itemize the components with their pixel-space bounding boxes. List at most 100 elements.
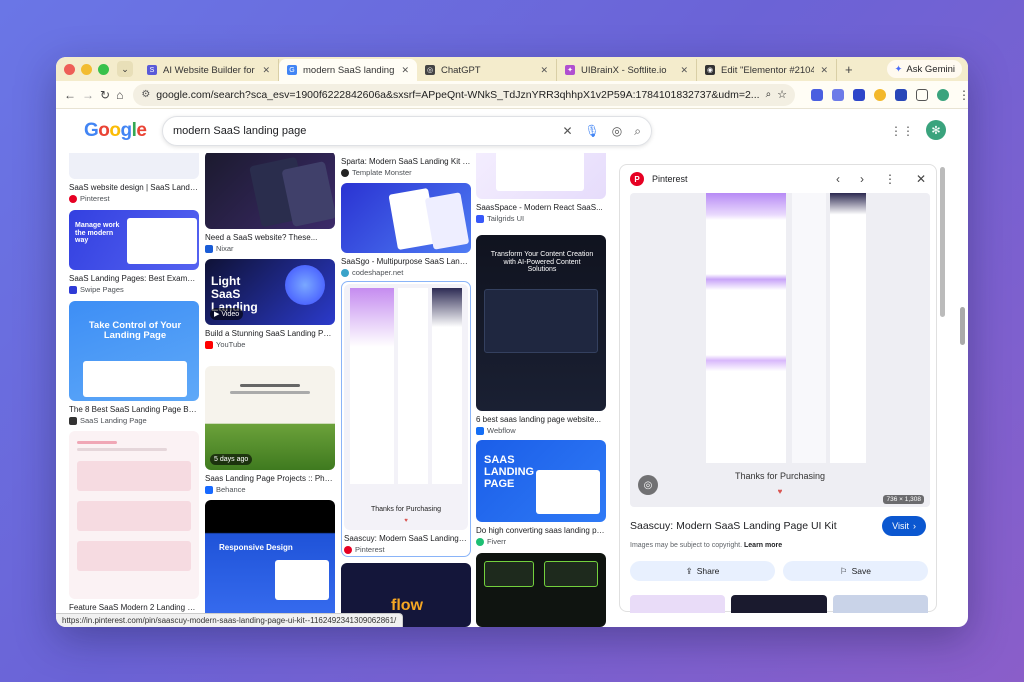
extension-dark-square-icon[interactable] — [853, 88, 866, 101]
result-source[interactable]: Template Monster — [341, 168, 471, 177]
visit-button[interactable]: Visit › — [882, 516, 926, 536]
browser-tab[interactable]: Gmodern SaaS landing page ✕ — [279, 59, 417, 81]
result-source[interactable]: Nixar — [205, 244, 335, 253]
image-result-card[interactable]: 5 days ago Saas Landing Page Projects ::… — [205, 366, 335, 494]
next-chevron-icon[interactable]: › — [860, 172, 864, 186]
ask-gemini-button[interactable]: ✦ Ask Gemini — [887, 60, 962, 78]
site-info-icon[interactable]: ⚙ — [141, 89, 150, 100]
tab-close-icon[interactable]: ✕ — [540, 65, 548, 76]
share-button[interactable]: ⇪ Share — [630, 561, 775, 581]
result-thumbnail[interactable]: Take Control of Your Landing Page — [69, 301, 199, 401]
save-button[interactable]: ⚐ Save — [783, 561, 928, 581]
back-arrow-icon[interactable]: ← — [64, 88, 76, 102]
result-source[interactable]: Behance — [205, 485, 335, 494]
zoom-icon[interactable]: ⌕ — [766, 89, 772, 100]
new-tab-plus-icon[interactable]: + — [845, 62, 853, 77]
address-bar[interactable]: ⚙ google.com/search?sca_esv=1900f6222842… — [133, 83, 796, 106]
result-title[interactable]: SaaS Landing Pages: Best Examples,... — [69, 274, 199, 283]
result-thumbnail[interactable]: Manage work the modern way — [69, 210, 199, 270]
preview-image[interactable]: Thanks for Purchasing ♥ ◎ 736 × 1,308 — [630, 193, 930, 507]
image-result-card[interactable] — [476, 553, 606, 627]
image-result-card-selected[interactable]: Thanks for Purchasing ♥ Saascuy: Modern … — [341, 281, 471, 557]
previous-chevron-icon[interactable]: ‹ — [836, 172, 840, 186]
related-image-thumbnail[interactable] — [832, 595, 928, 613]
bookmark-star-icon[interactable]: ☆ — [777, 88, 787, 101]
result-thumbnail[interactable]: Transform Your Content Creation with AI-… — [476, 235, 606, 411]
result-thumbnail[interactable] — [205, 153, 335, 229]
image-result-card[interactable]: SaaSgo - Multipurpose SaaS Landing... co… — [341, 183, 471, 277]
result-thumbnail[interactable]: Thanks for Purchasing ♥ — [344, 284, 468, 530]
result-title[interactable]: Do high converting saas landing pag... — [476, 526, 606, 535]
result-source[interactable]: codeshaper.net — [341, 268, 471, 277]
result-thumbnail[interactable] — [69, 153, 199, 179]
zoom-window-button[interactable] — [98, 63, 109, 75]
browser-tab[interactable]: S AI Website Builder for Wor ✕ — [139, 59, 279, 81]
tab-close-icon[interactable]: ✕ — [262, 65, 270, 76]
home-icon[interactable]: ⌂ — [116, 88, 123, 102]
image-result-card[interactable]: Feature SaaS Modern 2 Landing Page... — [69, 431, 199, 612]
related-image-thumbnail[interactable] — [731, 595, 827, 613]
profile-avatar-icon[interactable] — [937, 88, 950, 101]
related-image-thumbnail[interactable] — [630, 595, 726, 613]
result-title[interactable]: SaaSgo - Multipurpose SaaS Landing... — [341, 257, 471, 266]
image-result-card[interactable]: SaaS website design | SaaS Landing... Pi… — [69, 153, 199, 203]
result-thumbnail[interactable] — [341, 183, 471, 253]
image-result-card[interactable]: Take Control of Your Landing Page The 8 … — [69, 301, 199, 425]
close-window-button[interactable] — [64, 63, 75, 75]
browser-tab[interactable]: ◎ ChatGPT ✕ — [417, 59, 557, 81]
preview-scrollbar[interactable] — [940, 167, 945, 317]
voice-search-mic-icon[interactable]: 🎙︎ — [585, 124, 600, 138]
result-title[interactable]: Feature SaaS Modern 2 Landing Page... — [69, 603, 199, 612]
result-source[interactable]: Fiverr — [476, 537, 606, 546]
clear-search-icon[interactable]: ✕ — [562, 124, 572, 138]
image-result-card[interactable]: Need a SaaS website? These... Nixar — [205, 153, 335, 253]
result-thumbnail[interactable] — [476, 553, 606, 627]
result-thumbnail[interactable] — [476, 153, 606, 199]
result-source[interactable]: Pinterest — [69, 194, 199, 203]
browser-menu-icon[interactable]: ⋮ — [958, 88, 968, 102]
image-result-card[interactable]: Responsive Design — [205, 500, 335, 627]
result-source[interactable]: YouTube — [205, 340, 335, 349]
preview-source[interactable]: Pinterest — [652, 174, 688, 184]
result-title[interactable]: Sparta: Modern SaaS Landing Kit —... — [341, 157, 471, 166]
image-result-card[interactable]: Sparta: Modern SaaS Landing Kit —... Tem… — [341, 153, 471, 177]
preview-title[interactable]: Saascuy: Modern SaaS Landing Page UI Kit — [630, 520, 837, 532]
result-source[interactable]: SaaS Landing Page — [69, 416, 199, 425]
learn-more-link[interactable]: Learn more — [744, 542, 782, 549]
google-lens-icon[interactable]: ◎ — [638, 475, 658, 495]
extension-blue-square-icon[interactable] — [811, 88, 824, 101]
image-result-card[interactable]: SAAS LANDING PAGE Do high converting saa… — [476, 440, 606, 546]
search-icon[interactable]: ⌕ — [634, 124, 641, 139]
result-title[interactable]: Saascuy: Modern SaaS Landing Page... — [344, 534, 468, 543]
result-title[interactable]: Saas Landing Page Projects :: Photos... — [205, 474, 335, 483]
google-search-box[interactable]: modern SaaS landing page ✕ 🎙︎ ◎ ⌕ — [162, 116, 652, 146]
lens-search-icon[interactable]: ◎ — [612, 124, 622, 138]
tab-search-chevron-icon[interactable]: ⌄ — [117, 61, 133, 77]
extensions-puzzle-icon[interactable] — [916, 88, 929, 101]
result-title[interactable]: SaasSpace - Modern React SaaS... — [476, 203, 606, 212]
result-thumbnail[interactable]: SAAS LANDING PAGE — [476, 440, 606, 522]
result-source[interactable]: Swipe Pages — [69, 285, 199, 294]
close-preview-icon[interactable]: ✕ — [916, 172, 926, 186]
image-result-card[interactable]: SaasSpace - Modern React SaaS... Tailgri… — [476, 153, 606, 223]
image-result-card[interactable]: Manage work the modern way SaaS Landing … — [69, 210, 199, 294]
result-title[interactable]: The 8 Best SaaS Landing Page Builde... — [69, 405, 199, 414]
extension-navy-icon[interactable] — [895, 88, 908, 101]
google-logo[interactable]: Google — [84, 120, 160, 142]
result-source[interactable]: Webflow — [476, 426, 606, 435]
reload-icon[interactable]: ↻ — [100, 88, 110, 102]
result-title[interactable]: Need a SaaS website? These... — [205, 233, 335, 242]
minimize-window-button[interactable] — [81, 63, 92, 75]
tab-close-icon[interactable]: ✕ — [680, 65, 688, 76]
image-result-card[interactable]: Light SaaS Landing ▶ Video Build a Stunn… — [205, 259, 335, 349]
browser-tab[interactable]: ✦ UIBrainX - Softlite.io ✕ — [557, 59, 697, 81]
extension-yellow-icon[interactable] — [874, 88, 887, 101]
forward-arrow-icon[interactable]: → — [82, 88, 94, 102]
browser-tab[interactable]: ◉ Edit "Elementor #21046" ‹ ✕ — [697, 59, 837, 81]
result-title[interactable]: Build a Stunning SaaS Landing Page... — [205, 329, 335, 338]
page-scrollbar[interactable] — [960, 307, 965, 345]
result-thumbnail[interactable]: Light SaaS Landing ▶ Video — [205, 259, 335, 325]
result-title[interactable]: SaaS website design | SaaS Landing... — [69, 183, 199, 192]
search-input[interactable]: modern SaaS landing page — [173, 125, 550, 137]
result-source[interactable]: Tailgrids UI — [476, 214, 606, 223]
